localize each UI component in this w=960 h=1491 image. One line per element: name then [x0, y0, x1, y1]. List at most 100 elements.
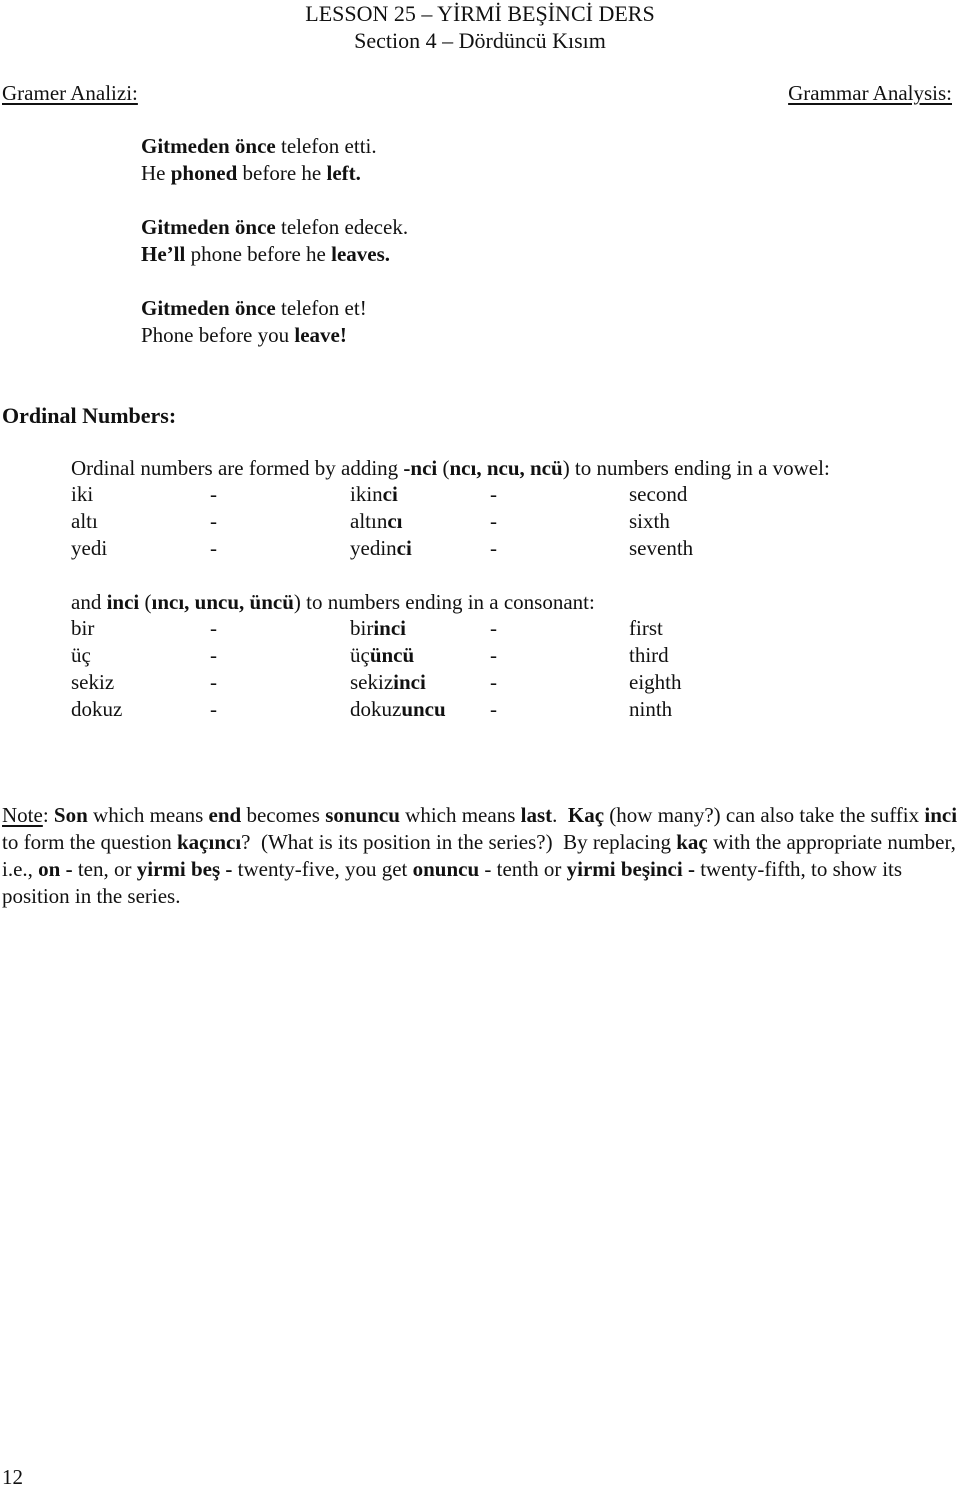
- ordinal-row: dokuz - dokuzuncu - ninth: [0, 696, 960, 723]
- bold-text: yirmi beşinci -: [566, 857, 695, 881]
- bold-text: inci: [924, 803, 958, 827]
- example-sentences: Gitmeden önce telefon etti. He phoned be…: [141, 133, 408, 376]
- cardinal-number: iki: [71, 482, 94, 506]
- ordinal-suffix: ci: [396, 536, 412, 560]
- dash-separator: -: [210, 670, 217, 694]
- example-turkish: Gitmeden önce telefon edecek.: [141, 214, 408, 241]
- english-ordinal: ninth: [629, 697, 673, 721]
- text: - tenth or: [479, 857, 567, 881]
- bold-text: yirmi beş -: [136, 857, 233, 881]
- ordinal-stem: üç: [350, 643, 370, 667]
- cardinal-number: altı: [71, 509, 98, 533]
- ordinal-number: ikinci: [350, 481, 398, 508]
- ordinal-suffix: ci: [382, 482, 398, 506]
- example-turkish: Gitmeden önce telefon et!: [141, 295, 408, 322]
- ordinal-suffix: cı: [387, 509, 403, 533]
- example-pair: Gitmeden önce telefon et! Phone before y…: [141, 295, 408, 349]
- ordinal-row: üç - üçüncü - third: [0, 642, 960, 669]
- bold-text: phoned: [170, 161, 238, 185]
- dash-separator: -: [490, 482, 497, 506]
- cardinal-number: yedi: [71, 536, 108, 560]
- bold-text: ıncı, uncu, üncü: [151, 590, 294, 614]
- ordinal-row: yedi - yedinci - seventh: [0, 535, 960, 562]
- bold-text: leave!: [294, 323, 347, 347]
- cardinal-number: bir: [71, 616, 95, 640]
- bold-text: sonuncu: [325, 803, 400, 827]
- lesson-title: LESSON 25 – YİRMİ BEŞİNCİ DERS: [305, 1, 655, 26]
- cardinal-number: dokuz: [71, 697, 123, 721]
- ordinal-number: altıncı: [350, 508, 402, 535]
- text: phone before he: [185, 242, 332, 266]
- bold-text: last: [520, 803, 553, 827]
- ordinal-stem: ikin: [350, 482, 383, 506]
- dash-separator: -: [210, 616, 217, 640]
- dash-separator: -: [210, 643, 217, 667]
- bold-text: kaçıncı: [176, 830, 242, 854]
- example-turkish: Gitmeden önce telefon etti.: [141, 133, 408, 160]
- ordinal-stem: dokuz: [350, 697, 402, 721]
- label-gramer-analizi: Gramer Analizi:: [2, 81, 138, 105]
- dash-separator: -: [490, 697, 497, 721]
- ordinal-number: yedinci: [350, 535, 412, 562]
- bold-text: end: [208, 803, 242, 827]
- text: (: [437, 456, 450, 480]
- text: twenty-five, you get: [232, 857, 413, 881]
- dash-separator: -: [210, 536, 217, 560]
- ordinal-suffix: inci: [393, 670, 426, 694]
- bold-text: kaç: [676, 830, 708, 854]
- english-ordinal: seventh: [629, 536, 694, 560]
- bold-text: Kaç: [567, 803, 605, 827]
- text: ? (What is its position in the series?) …: [241, 830, 677, 854]
- example-english: He’ll phone before he leaves.: [141, 241, 408, 268]
- text: telefon edecek.: [275, 215, 409, 239]
- bold-text: on -: [38, 857, 73, 881]
- ordinal-row: bir - birinci - first: [0, 615, 960, 642]
- ordinal-number: birinci: [350, 615, 406, 642]
- ordinal-suffix: üncü: [369, 643, 415, 667]
- text: and: [71, 590, 107, 614]
- text: (: [139, 590, 152, 614]
- bold-text: inci: [106, 590, 140, 614]
- ordinal-suffix: inci: [373, 616, 406, 640]
- dash-separator: -: [490, 670, 497, 694]
- english-ordinal: first: [629, 616, 663, 640]
- note-label: Note: [2, 803, 43, 827]
- ordinal-stem: altın: [350, 509, 388, 533]
- dash-separator: -: [490, 509, 497, 533]
- bold-text: onuncu: [412, 857, 480, 881]
- text: (how many?) can also take the suffix: [604, 803, 925, 827]
- bold-text: Gitmeden önce: [141, 296, 276, 320]
- ordinal-number: sekizinci: [350, 669, 426, 696]
- bold-text: Gitmeden önce: [141, 134, 276, 158]
- ordinal-stem: sekiz: [350, 670, 394, 694]
- text: telefon et!: [275, 296, 367, 320]
- text: before he: [237, 161, 327, 185]
- text: which means: [87, 803, 209, 827]
- ordinal-suffix: uncu: [401, 697, 446, 721]
- cardinal-number: sekiz: [71, 670, 115, 694]
- lesson-header: LESSON 25 – YİRMİ BEŞİNCİ DERS Section 4…: [0, 0, 960, 54]
- example-english: He phoned before he left.: [141, 160, 408, 187]
- bold-text: Son: [53, 803, 88, 827]
- ordinal-number: üçüncü: [350, 642, 414, 669]
- bold-text: -nci: [403, 456, 438, 480]
- dash-separator: -: [210, 697, 217, 721]
- dash-separator: -: [490, 643, 497, 667]
- example-english: Phone before you leave!: [141, 322, 408, 349]
- bold-text: ncı, ncu, ncü: [449, 456, 563, 480]
- ordinal-numbers-heading: Ordinal Numbers:: [2, 403, 177, 428]
- note-paragraph: Note: Son which means end becomes sonunc…: [2, 802, 960, 910]
- ordinal-row: sekiz - sekizinci - eighth: [0, 669, 960, 696]
- ordinal-stem: bir: [350, 616, 374, 640]
- text: .: [552, 803, 568, 827]
- dash-separator: -: [490, 536, 497, 560]
- bold-text: Gitmeden önce: [141, 215, 276, 239]
- ordinal-intro-consonant: and inci (ıncı, uncu, üncü) to numbers e…: [71, 589, 595, 616]
- example-pair: Gitmeden önce telefon etti. He phoned be…: [141, 133, 408, 187]
- bold-text: leaves.: [331, 242, 391, 266]
- text: ) to numbers ending in a consonant:: [293, 590, 595, 614]
- ordinal-row: altı - altıncı - sixth: [0, 508, 960, 535]
- page-number: 12: [2, 1465, 23, 1489]
- cardinal-number: üç: [71, 643, 91, 667]
- text: :: [42, 803, 54, 827]
